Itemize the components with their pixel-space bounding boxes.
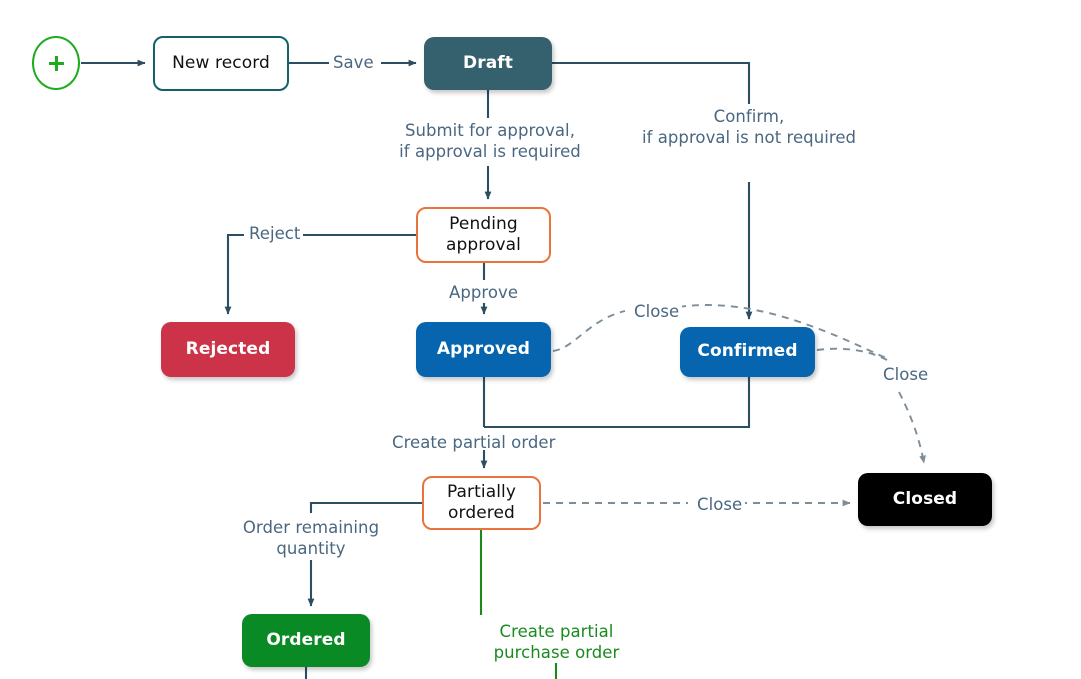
- edge-label-approve: Approve: [446, 282, 522, 304]
- node-ordered[interactable]: Ordered: [242, 614, 370, 667]
- node-pending-approval[interactable]: Pending approval: [416, 207, 551, 263]
- start-node[interactable]: [32, 36, 80, 90]
- node-closed[interactable]: Closed: [858, 473, 992, 526]
- node-label: Rejected: [185, 338, 271, 359]
- edge-reject-to-rejected: [224, 233, 244, 315]
- edge-label-close-confirmed: Close: [880, 364, 932, 386]
- edge-close-to-closed-approved: [898, 391, 926, 464]
- edge-label-create-partial-purchase-order: Create partial purchase order: [493, 622, 620, 663]
- node-label: Closed: [892, 488, 958, 509]
- edge-partially-ordered-left: [309, 501, 422, 513]
- node-label: New record: [172, 52, 270, 73]
- node-confirmed[interactable]: Confirmed: [680, 327, 815, 377]
- node-label: Approved: [436, 338, 531, 359]
- node-label: Pending approval: [445, 213, 522, 255]
- edge-confirmed-to-close-label: [816, 347, 888, 361]
- edge-label-close-partially-ordered: Close: [694, 494, 746, 516]
- node-rejected[interactable]: Rejected: [161, 322, 295, 377]
- edge-label-order-remaining-quantity: Order remaining quantity: [242, 518, 380, 559]
- edge-confirmed-down-join: [484, 377, 751, 429]
- edge-label-confirm-if-approval-not-required: Confirm, if approval is not required: [641, 107, 857, 148]
- edge-label-reject: Reject: [246, 223, 304, 245]
- plus-icon: [48, 55, 64, 71]
- workflow-diagram-canvas: New record Draft Pending approval Reject…: [0, 0, 1081, 679]
- edge-label-save: Save: [330, 52, 377, 74]
- edge-label-close-approved: Close: [631, 301, 683, 323]
- node-partially-ordered[interactable]: Partially ordered: [422, 476, 541, 530]
- node-draft[interactable]: Draft: [424, 37, 552, 90]
- edge-approved-to-close-label: [552, 310, 626, 352]
- edge-draft-right-to-confirm: [552, 61, 751, 104]
- edge-label-submit-for-approval: Submit for approval, if approval is requ…: [399, 121, 581, 162]
- node-label: Partially ordered: [446, 481, 517, 523]
- node-approved[interactable]: Approved: [416, 322, 551, 377]
- edge-label-create-partial-order: Create partial order: [392, 433, 556, 452]
- node-label: Ordered: [266, 629, 346, 650]
- node-new-record[interactable]: New record: [153, 36, 289, 91]
- node-label: Draft: [463, 52, 513, 73]
- node-label: Confirmed: [697, 341, 798, 362]
